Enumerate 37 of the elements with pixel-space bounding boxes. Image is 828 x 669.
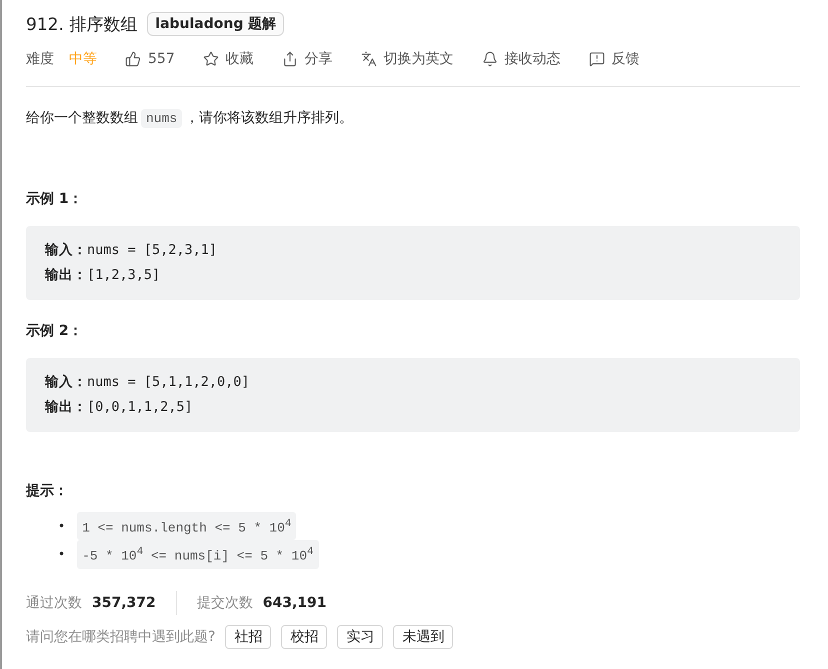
- toolbar-link[interactable]: 分享: [304, 50, 333, 68]
- bullet-mark: •: [58, 546, 66, 563]
- hint-constraint: 1 <= nums.length <= 5 * 10$^{4}$: [77, 512, 296, 540]
- output-text: 输出：[0,0,1,1,2,5]: [45, 398, 194, 417]
- survey-option[interactable]: 社招: [225, 624, 272, 649]
- difficulty-label: 难度: [26, 50, 54, 68]
- stat-value: 357,372: [92, 594, 156, 613]
- bell-icon[interactable]: [482, 51, 498, 67]
- difficulty-value: 中等: [69, 50, 97, 68]
- thumbs-up-icon[interactable]: [125, 51, 141, 67]
- translate-icon[interactable]: [360, 51, 377, 67]
- hint-constraint: -5 * 10$^{4}$ <= nums[i] <= 5 * 10$^{4}$: [77, 540, 319, 569]
- example-heading: 示例 2：: [26, 322, 84, 340]
- star-icon[interactable]: [202, 51, 219, 67]
- stat-label: 提交次数: [196, 594, 253, 613]
- stat-value: 643,191: [262, 594, 327, 613]
- toolbar-link[interactable]: 切换为英文: [384, 50, 454, 68]
- input-text: 输入：nums = [5,1,1,2,0,0]: [45, 373, 251, 392]
- survey-option[interactable]: 校招: [281, 624, 328, 649]
- toolbar-link[interactable]: 收藏: [226, 50, 254, 68]
- bullet-mark: •: [58, 518, 66, 535]
- problem-title: 912. 排序数组: [26, 14, 138, 36]
- share-icon[interactable]: [282, 51, 298, 67]
- solution-badge[interactable]: labuladong 题解: [147, 12, 284, 36]
- survey-question: 请问您在哪类招聘中遇到此题?: [26, 628, 216, 646]
- toolbar-link[interactable]: 557: [148, 51, 175, 67]
- stat-label: 通过次数: [26, 594, 82, 613]
- input-text: 输入：nums = [5,2,3,1]: [45, 241, 218, 260]
- hints-heading: 提示：: [26, 482, 69, 500]
- example-heading: 示例 1：: [26, 190, 84, 208]
- survey-option[interactable]: 未遇到: [393, 624, 454, 649]
- toolbar-link[interactable]: 反馈: [612, 50, 640, 68]
- survey-option[interactable]: 实习: [337, 624, 384, 649]
- problem-description: 给你一个整数数组 nums ，请你将该数组升序排列。: [26, 108, 354, 130]
- output-text: 输出：[1,2,3,5]: [45, 266, 162, 285]
- feedback-icon[interactable]: [588, 51, 605, 67]
- toolbar-link[interactable]: 接收动态: [504, 50, 561, 68]
